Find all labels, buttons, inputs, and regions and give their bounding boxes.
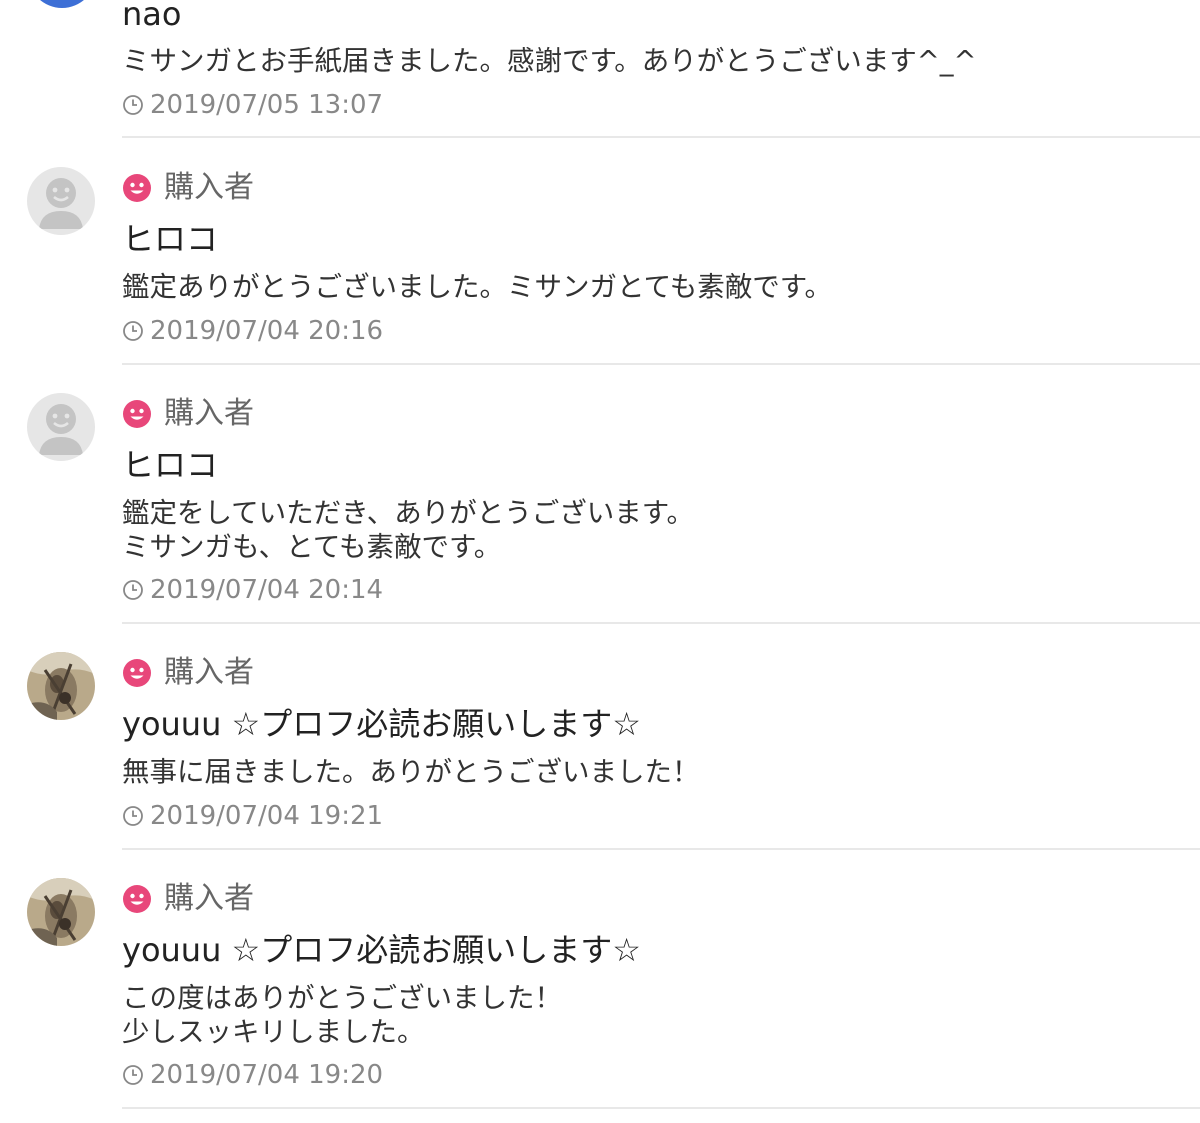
clock-icon [123,95,143,115]
smile-icon [123,400,151,428]
divider [122,622,1200,624]
review-message: この度はありがとうございました！ 少しスッキリしました。 [122,982,562,1048]
review-date: 2019/07/04 19:21 [122,801,383,831]
review-message: 無事に届きました。ありがとうございました！ [122,756,700,788]
badge-label: 購入者 [164,655,254,690]
buyer-badge: 購入者 [122,655,254,691]
badge-label: 購入者 [164,170,254,205]
date-text: 2019/07/04 19:21 [150,801,384,831]
review-date: 2019/07/05 13:07 [122,90,383,120]
reviewer-name[interactable]: ヒロコ [122,220,218,258]
badge-label: 購入者 [164,396,254,431]
smile-icon [123,659,151,687]
smile-icon [123,885,151,913]
divider [122,848,1200,850]
review-message: ミサンガとお手紙届きました。感謝です。ありがとうございます^_^ [122,45,977,77]
review-date: 2019/07/04 20:16 [122,316,383,346]
reviewer-name[interactable]: youuu ☆プロフ必読お願いします☆ [122,931,641,969]
reviewer-name[interactable]: nao [122,0,181,33]
smile-icon [123,174,151,202]
date-text: 2019/07/04 20:16 [150,316,384,346]
default-user-avatar-icon [27,167,95,235]
reviewer-name[interactable]: youuu ☆プロフ必読お願いします☆ [122,705,641,743]
avatar[interactable] [27,652,95,720]
avatar[interactable] [27,167,95,235]
clock-icon [123,806,143,826]
clock-icon [123,1065,143,1085]
avatar[interactable] [27,878,95,946]
clock-icon [123,321,143,341]
date-text: 2019/07/04 20:14 [150,575,384,605]
buyer-badge: 購入者 [122,170,254,206]
avatar[interactable] [28,0,96,8]
review-message: 鑑定ありがとうございました。ミサンガとても素敵です。 [122,271,833,303]
date-text: 2019/07/04 19:20 [150,1060,384,1090]
divider [122,1107,1200,1109]
review-date: 2019/07/04 19:20 [122,1060,383,1090]
buyer-badge: 購入者 [122,881,254,917]
clock-icon [123,580,143,600]
avatar[interactable] [27,393,95,461]
badge-label: 購入者 [164,881,254,916]
divider [122,136,1200,138]
default-user-avatar-icon [27,393,95,461]
review-date: 2019/07/04 20:14 [122,575,383,605]
review-message: 鑑定をしていただき、ありがとうございます。 ミサンガも、とても素敵です。 [122,497,694,563]
photo-avatar-icon [27,652,95,720]
reviewer-name[interactable]: ヒロコ [122,446,218,484]
buyer-badge: 購入者 [122,396,254,432]
date-text: 2019/07/05 13:07 [150,90,384,120]
divider [122,363,1200,365]
photo-avatar-icon [27,878,95,946]
